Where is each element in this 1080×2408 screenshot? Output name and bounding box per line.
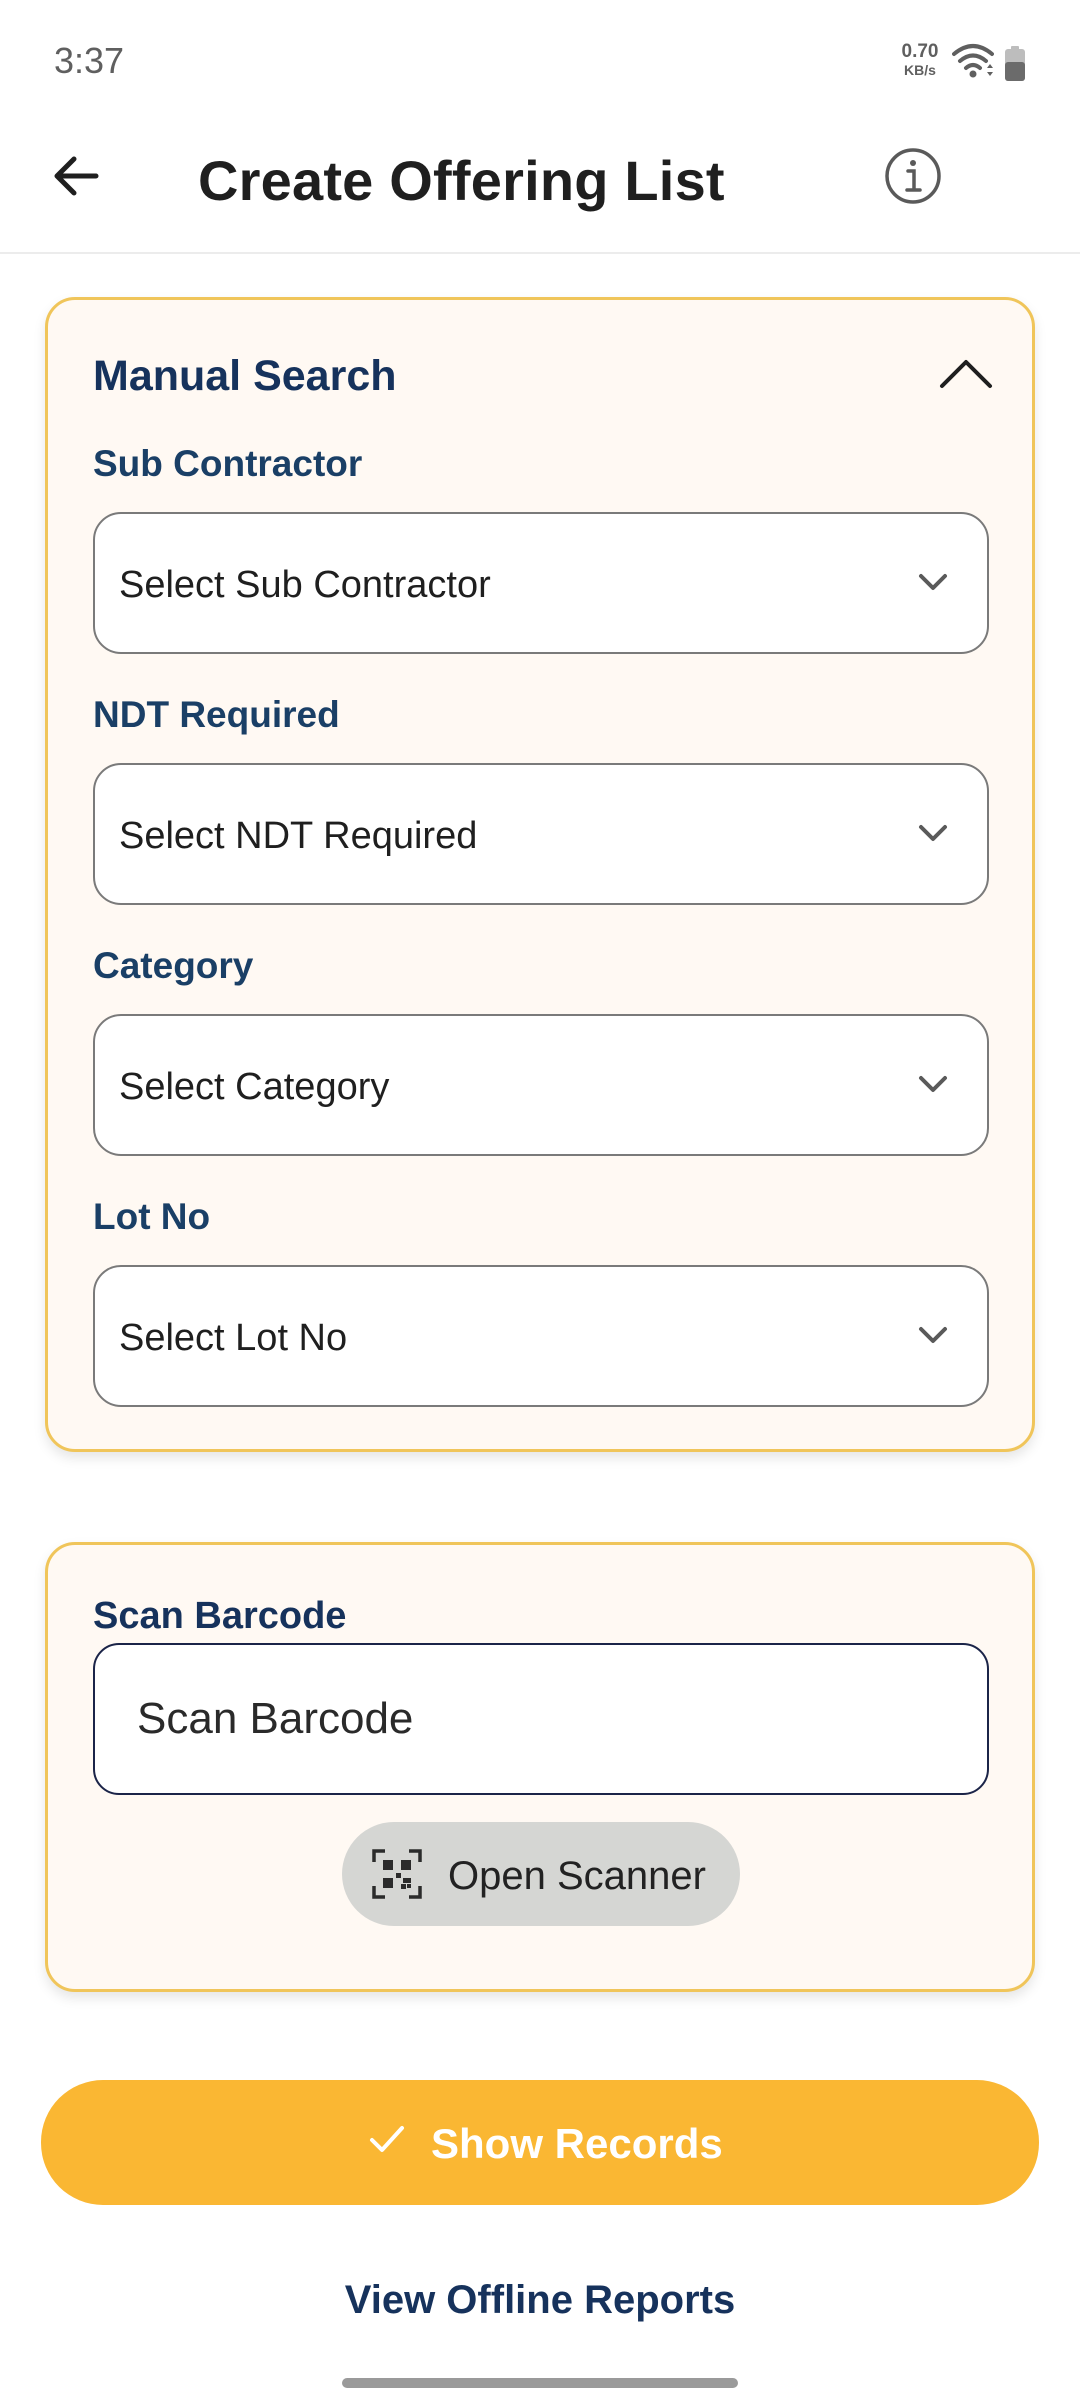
chevron-down-icon: [919, 574, 947, 590]
scan-barcode-label: Scan Barcode: [93, 1595, 347, 1637]
wifi-icon: [952, 44, 994, 78]
scan-barcode-card: Scan Barcode Open Scanner: [45, 1542, 1035, 1992]
battery-icon: [1005, 46, 1025, 81]
open-scanner-label: Open Scanner: [448, 1854, 706, 1898]
check-icon: [370, 2126, 404, 2152]
chevron-down-icon: [919, 825, 947, 841]
show-records-label: Show Records: [431, 2120, 723, 2167]
chevron-up-icon[interactable]: [938, 352, 994, 392]
qr-code-icon: [372, 1849, 422, 1899]
chevron-down-icon: [919, 1076, 947, 1092]
info-icon[interactable]: [883, 146, 943, 206]
sub-contractor-value: Select Sub Contractor: [119, 564, 491, 606]
chevron-down-icon: [919, 1327, 947, 1343]
network-speed-value: 0.70: [901, 41, 939, 62]
open-scanner-button[interactable]: Open Scanner: [342, 1822, 740, 1926]
ndt-required-dropdown[interactable]: Select NDT Required: [93, 763, 989, 905]
category-dropdown[interactable]: Select Category: [93, 1014, 989, 1156]
status-time: 3:37: [54, 40, 125, 81]
home-indicator[interactable]: [342, 2378, 738, 2388]
show-records-button[interactable]: Show Records: [41, 2080, 1039, 2205]
category-value: Select Category: [119, 1066, 390, 1108]
scan-barcode-input[interactable]: [93, 1643, 989, 1795]
network-speed-unit: KB/s: [904, 62, 936, 78]
status-bar: 3:37 0.70 KB/s: [0, 0, 1080, 120]
manual-search-card: Manual Search Sub Contractor Select Sub …: [45, 297, 1035, 1452]
sub-contractor-dropdown[interactable]: Select Sub Contractor: [93, 512, 989, 654]
ndt-required-label: NDT Required: [93, 694, 340, 735]
category-label: Category: [93, 945, 254, 986]
ndt-required-value: Select NDT Required: [119, 815, 478, 857]
lot-no-label: Lot No: [93, 1196, 211, 1237]
lot-no-dropdown[interactable]: Select Lot No: [93, 1265, 989, 1407]
app-bar: Create Offering List: [0, 120, 1080, 254]
lot-no-value: Select Lot No: [119, 1317, 348, 1359]
page-title: Create Offering List: [198, 149, 725, 212]
sub-contractor-label: Sub Contractor: [93, 443, 363, 484]
create-offering-list-screen: 3:37 0.70 KB/s Create Offering List Manu…: [0, 0, 1080, 2408]
network-speed: 0.70 KB/s: [896, 42, 944, 77]
manual-search-title: Manual Search: [93, 352, 397, 400]
back-arrow-icon[interactable]: [46, 146, 106, 206]
view-offline-reports-link[interactable]: View Offline Reports: [0, 2278, 1080, 2323]
